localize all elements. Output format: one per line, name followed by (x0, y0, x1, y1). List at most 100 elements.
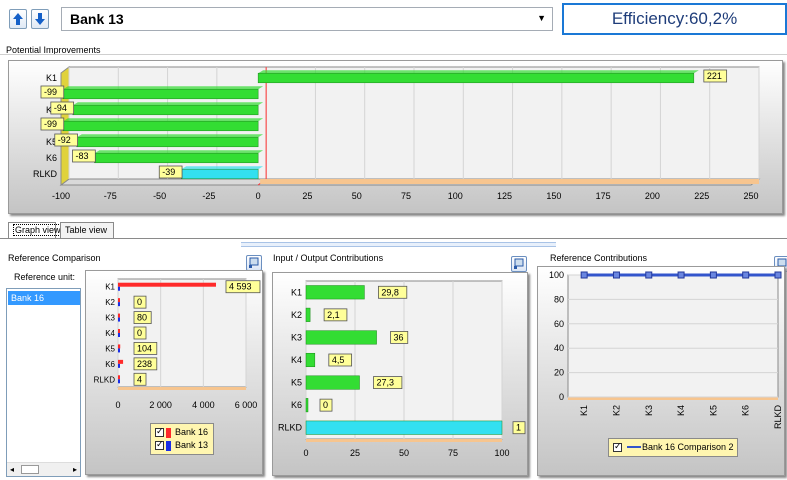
y-tick-label: 40 (554, 343, 564, 353)
data-label: 2,1 (327, 310, 340, 320)
data-label: -99 (44, 87, 57, 97)
panel-splitter[interactable] (241, 242, 556, 247)
data-point (580, 271, 588, 279)
maximize-reference-comparison-button[interactable] (246, 255, 262, 271)
data-label: 238 (137, 359, 152, 369)
data-label: 1 (516, 423, 521, 433)
data-label: 4,5 (332, 355, 345, 365)
chart-plot-area (567, 274, 779, 398)
tab-table-view-label: Table view (65, 225, 108, 235)
chart-floor-stripe (260, 179, 759, 184)
category-label: K6 (46, 153, 57, 163)
y-tick-label: 100 (549, 270, 564, 280)
bar (305, 375, 360, 390)
x-tick-label: 2 000 (149, 400, 172, 410)
category-label: K5 (105, 344, 115, 353)
reference-unit-label: Reference unit: (14, 272, 76, 282)
data-point (612, 271, 620, 279)
chart-floor-stripe (118, 387, 246, 390)
efficiency-display: Efficiency:60,2% (562, 3, 787, 35)
bar (118, 375, 120, 380)
x-tick-label: 75 (448, 448, 458, 458)
scroll-thumb[interactable] (21, 465, 39, 474)
list-item[interactable]: Bank 16 (8, 291, 80, 305)
horizontal-scrollbar[interactable]: ◂ ▸ (7, 462, 80, 476)
data-label: -92 (58, 135, 71, 145)
tab-graph-view-label: Graph view (13, 224, 63, 236)
maximize-io-contributions-button[interactable] (511, 256, 527, 272)
move-up-button[interactable] (9, 9, 27, 29)
category-label: K4 (105, 329, 115, 338)
category-label: K5 (291, 378, 302, 388)
category-label: K4 (291, 355, 302, 365)
x-tick-label: K2 (611, 405, 621, 416)
selected-unit-value: Bank 13 (70, 11, 124, 27)
legend-checkbox[interactable] (155, 438, 164, 451)
reference-contributions-label: Reference Contributions (550, 253, 648, 263)
maximize-icon (249, 257, 259, 268)
legend-item[interactable]: Bank 16 (155, 425, 209, 439)
bar (118, 333, 120, 337)
category-label: K6 (105, 360, 115, 369)
bar (118, 298, 120, 303)
data-point (774, 271, 782, 279)
legend-item[interactable]: Bank 13 (155, 438, 209, 452)
bar-top (181, 166, 264, 170)
data-label: 104 (137, 343, 152, 353)
legend-item[interactable]: Bank 16 Comparison 2 (613, 440, 734, 454)
bar (118, 313, 120, 318)
x-tick-label: 100 (494, 448, 509, 458)
x-tick-label: 50 (399, 448, 409, 458)
x-tick-label: 50 (352, 191, 362, 201)
x-tick-label: RLKD (773, 405, 783, 430)
arrow-up-icon (13, 13, 23, 25)
bar-top (76, 134, 264, 138)
bar (118, 348, 120, 353)
maximize-icon (514, 258, 524, 269)
data-label: 4 (137, 374, 142, 384)
data-label: 0 (323, 400, 328, 410)
bar (257, 72, 695, 84)
bar (62, 120, 259, 132)
divider (0, 238, 787, 239)
move-down-button[interactable] (31, 9, 49, 29)
data-label: 0 (137, 297, 142, 307)
reference-comparison-label: Reference Comparison (8, 253, 101, 263)
scroll-left-icon[interactable]: ◂ (10, 465, 14, 474)
category-label: K2 (105, 298, 115, 307)
reference-comparison-legend: Bank 16 Bank 13 (150, 423, 214, 455)
x-tick-label: 150 (546, 191, 561, 201)
unit-select[interactable]: Bank 13 ▼ (61, 7, 553, 31)
data-label: -99 (44, 119, 57, 129)
x-tick-label: 6 000 (235, 400, 258, 410)
tab-table-view[interactable]: Table view (60, 222, 114, 238)
x-tick-label: K4 (676, 405, 686, 416)
category-label: K1 (46, 73, 57, 83)
category-label: K3 (105, 314, 115, 323)
data-label: 27,3 (377, 378, 395, 388)
x-tick-label: 225 (694, 191, 709, 201)
chevron-down-icon: ▼ (537, 13, 546, 23)
x-tick-label: K3 (644, 405, 654, 416)
legend-line-swatch (627, 446, 641, 448)
bar (118, 286, 120, 291)
bar (118, 363, 120, 368)
io-contributions-chart-frame: 0 25 50 75 100 K1 29,8 K2 2,1 K3 36 K4 4,5 K5 27,3 K6 0 R… (272, 272, 528, 476)
potential-improvements-chart-frame: -100 -75 -50 -25 0 25 50 75 100 125 150 175 200 225 25… (8, 60, 783, 214)
scroll-right-icon[interactable]: ▸ (73, 465, 77, 474)
tab-graph-view[interactable]: Graph view (8, 222, 63, 238)
x-tick-label: 25 (350, 448, 360, 458)
category-label: K3 (291, 332, 302, 342)
bar-top (62, 86, 264, 90)
reference-unit-list[interactable]: Bank 16 ◂ ▸ (6, 288, 81, 477)
x-tick-label: 100 (448, 191, 463, 201)
legend-label: Bank 16 Comparison 2 (642, 442, 734, 452)
legend-checkbox[interactable] (613, 440, 622, 453)
x-tick-label: 200 (645, 191, 660, 201)
legend-swatch (166, 427, 171, 438)
x-tick-label: -75 (104, 191, 117, 201)
x-tick-label: 25 (302, 191, 312, 201)
legend-checkbox[interactable] (155, 425, 164, 438)
arrow-down-icon (35, 13, 45, 25)
x-tick-label: 125 (497, 191, 512, 201)
